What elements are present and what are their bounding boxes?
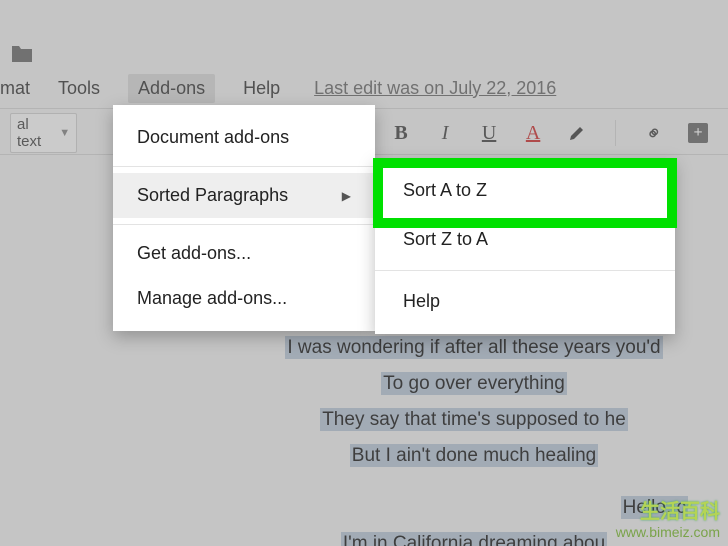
menu-tools[interactable]: Tools [58, 78, 100, 99]
toolbar-separator [615, 120, 616, 146]
menu-format[interactable]: mat [0, 78, 30, 99]
italic-button[interactable]: I [431, 119, 459, 147]
watermark-url: www.bimeiz.com [616, 524, 720, 540]
menu-item-document-addons[interactable]: Document add-ons [113, 115, 375, 160]
menu-item-sort-za[interactable]: Sort Z to A [375, 215, 675, 264]
menu-item-label: Get add-ons... [137, 243, 251, 264]
menubar: mat Tools Add-ons Help Last edit was on … [0, 72, 556, 104]
menu-item-label: Sorted Paragraphs [137, 185, 288, 206]
menu-help[interactable]: Help [243, 78, 280, 99]
sorted-paragraphs-submenu: Sort A to Z Sort Z to A Help [375, 158, 675, 334]
insert-comment-button[interactable]: + [684, 119, 712, 147]
menu-item-help[interactable]: Help [375, 277, 675, 326]
menu-item-get-addons[interactable]: Get add-ons... [113, 231, 375, 276]
menu-separator [113, 166, 375, 167]
menu-addons[interactable]: Add-ons [128, 74, 215, 103]
menu-item-label: Manage add-ons... [137, 288, 287, 309]
chevron-down-icon: ▼ [59, 127, 70, 139]
insert-link-button[interactable]: ⚭ [640, 119, 668, 147]
menu-item-sort-az[interactable]: Sort A to Z [375, 166, 675, 215]
bold-button[interactable]: B [387, 119, 415, 147]
menu-separator [375, 270, 675, 271]
menu-item-manage-addons[interactable]: Manage add-ons... [113, 276, 375, 321]
paragraph-style-dropdown[interactable]: al text ▼ [10, 113, 77, 153]
paragraph-style-label: al text [17, 116, 41, 150]
last-edit-link[interactable]: Last edit was on July 22, 2016 [314, 78, 556, 99]
underline-button[interactable]: U [475, 119, 503, 147]
text-line: They say that time's supposed to he [320, 408, 628, 431]
watermark-title: 生活百科 [616, 495, 720, 524]
highlight-button[interactable] [563, 119, 591, 147]
text-line: I'm in California dreaming abou [341, 532, 607, 546]
addons-dropdown: Document add-ons Sorted Paragraphs ▶ Get… [113, 105, 375, 331]
menu-separator [113, 224, 375, 225]
text-line: I was wondering if after all these years… [285, 336, 662, 359]
text-line: To go over everything [381, 372, 567, 395]
folder-icon[interactable] [10, 44, 34, 64]
menu-item-label: Document add-ons [137, 127, 289, 148]
text-color-button[interactable]: A [519, 119, 547, 147]
submenu-arrow-icon: ▶ [342, 189, 351, 203]
menu-item-sorted-paragraphs[interactable]: Sorted Paragraphs ▶ [113, 173, 375, 218]
watermark: 生活百科 www.bimeiz.com [616, 495, 720, 540]
text-line: But I ain't done much healing [350, 444, 598, 467]
